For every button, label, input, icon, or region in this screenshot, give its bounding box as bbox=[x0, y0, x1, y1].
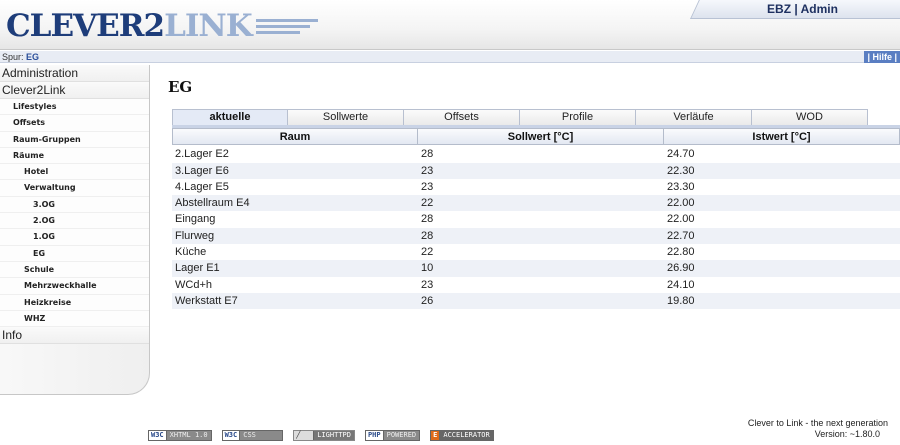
cell-istwert: 22.80 bbox=[667, 246, 695, 259]
cell-raum: Küche bbox=[175, 246, 207, 259]
table-row[interactable]: WCd+h 23 24.10 bbox=[172, 276, 900, 293]
help-link[interactable]: | Hilfe | bbox=[864, 51, 900, 63]
tab-wod[interactable]: WOD bbox=[752, 109, 868, 125]
cell-sollwert: 26 bbox=[421, 294, 434, 307]
sidebar-item-raeume[interactable]: Räume bbox=[0, 147, 149, 165]
cell-raum: 3.Lager E6 bbox=[175, 164, 229, 177]
breadcrumb-prefix: Spur: bbox=[2, 52, 24, 62]
cell-raum: Lager E1 bbox=[175, 262, 220, 275]
sidebar-item-raum-gruppen[interactable]: Raum-Gruppen bbox=[0, 131, 149, 148]
sidebar-item-mehrzweckhalle[interactable]: Mehrzweckhalle bbox=[0, 278, 149, 295]
cell-istwert: 24.70 bbox=[667, 148, 695, 161]
cell-sollwert: 22 bbox=[421, 246, 434, 259]
feather-icon: ╱ bbox=[294, 431, 315, 440]
cell-raum: Eingang bbox=[175, 213, 216, 226]
tab-sollwerte[interactable]: Sollwerte bbox=[288, 109, 404, 125]
php-powered-badge-icon[interactable]: PHP POWERED bbox=[364, 430, 421, 441]
app-header: CLEVER2 LINK EBZ | Admin bbox=[0, 0, 900, 50]
eaccelerator-badge-icon[interactable]: E ACCELERATOR bbox=[430, 430, 494, 441]
sidebar-item-info[interactable]: Info bbox=[0, 327, 149, 345]
table-row[interactable]: Küche 22 22.80 bbox=[172, 244, 900, 261]
table-header: Raum Sollwert [°C] Istwert [°C] bbox=[172, 128, 900, 145]
cell-raum: Flurweg bbox=[175, 229, 215, 242]
logo-text-secondary: LINK bbox=[164, 8, 253, 44]
tab-aktuelle[interactable]: aktuelle bbox=[172, 109, 288, 125]
lighttpd-badge-icon[interactable]: ╱ LIGHTTPD bbox=[293, 430, 355, 441]
cell-sollwert: 23 bbox=[421, 164, 434, 177]
cell-sollwert: 23 bbox=[421, 180, 434, 193]
cell-istwert: 22.70 bbox=[667, 229, 695, 242]
footer-info: Clever to Link - the next generation Ver… bbox=[748, 418, 888, 440]
table-row[interactable]: 2.Lager E2 28 24.70 bbox=[172, 146, 900, 163]
cell-raum: Abstellraum E4 bbox=[175, 197, 250, 210]
sidebar: Administration Clever2Link Lifestyles Of… bbox=[0, 65, 150, 395]
table-row[interactable]: 4.Lager E5 23 23.30 bbox=[172, 178, 900, 196]
table-row[interactable]: Werkstatt E7 26 19.80 bbox=[172, 292, 900, 310]
sidebar-item-verwaltung[interactable]: Verwaltung bbox=[0, 180, 149, 197]
logo-text-primary: CLEVER2 bbox=[6, 8, 165, 44]
sidebar-item-clever2link[interactable]: Clever2Link bbox=[0, 82, 149, 99]
column-header-raum[interactable]: Raum bbox=[172, 128, 418, 145]
table-row[interactable]: Abstellraum E4 22 22.00 bbox=[172, 195, 900, 212]
tab-verlaeufe[interactable]: Verläufe bbox=[636, 109, 752, 125]
cell-raum: WCd+h bbox=[175, 278, 212, 291]
cell-istwert: 24.10 bbox=[667, 278, 695, 291]
sidebar-item-whz[interactable]: WHZ bbox=[0, 310, 149, 328]
cell-raum: 4.Lager E5 bbox=[175, 180, 229, 193]
cell-sollwert: 28 bbox=[421, 148, 434, 161]
sidebar-item-schule[interactable]: Schule bbox=[0, 261, 149, 279]
sidebar-item-3og[interactable]: 3.OG bbox=[0, 196, 149, 214]
cell-raum: 2.Lager E2 bbox=[175, 148, 229, 161]
cell-istwert: 23.30 bbox=[667, 180, 695, 193]
sidebar-item-hotel[interactable]: Hotel bbox=[0, 164, 149, 181]
breadcrumb: Spur: EG | Hilfe | bbox=[0, 51, 900, 63]
cell-sollwert: 28 bbox=[421, 213, 434, 226]
tab-profile[interactable]: Profile bbox=[520, 109, 636, 125]
cell-sollwert: 23 bbox=[421, 278, 434, 291]
table-body: 2.Lager E2 28 24.70 3.Lager E6 23 22.30 4.Lage… bbox=[172, 146, 900, 310]
footer-badges: W3C XHTML 1.0 W3C CSS ╱ LIGHTTPD PHP POW… bbox=[148, 430, 494, 441]
sidebar-item-eg[interactable]: EG bbox=[0, 245, 149, 262]
column-header-sollwert[interactable]: Sollwert [°C] bbox=[418, 128, 664, 145]
sidebar-item-heizkreise[interactable]: Heizkreise bbox=[0, 294, 149, 311]
table-row[interactable]: Eingang 28 22.00 bbox=[172, 211, 900, 228]
w3c-css-badge-icon[interactable]: W3C CSS bbox=[221, 430, 284, 441]
column-header-istwert[interactable]: Istwert [°C] bbox=[664, 128, 900, 145]
cell-raum: Werkstatt E7 bbox=[175, 294, 238, 307]
sidebar-item-administration[interactable]: Administration bbox=[0, 65, 149, 82]
cell-istwert: 22.30 bbox=[667, 164, 695, 177]
cell-istwert: 26.90 bbox=[667, 262, 695, 275]
footer-version: Version: ~1.80.0 bbox=[814, 429, 880, 439]
cell-istwert: 19.80 bbox=[667, 294, 695, 307]
cell-istwert: 22.00 bbox=[667, 197, 695, 210]
sidebar-item-2og[interactable]: 2.OG bbox=[0, 213, 149, 230]
values-table: Raum Sollwert [°C] Istwert [°C] 2.Lager … bbox=[172, 125, 900, 310]
cell-sollwert: 10 bbox=[421, 262, 434, 275]
tab-bar: aktuelle Sollwerte Offsets Profile Verlä… bbox=[172, 109, 868, 125]
breadcrumb-current[interactable]: EG bbox=[26, 52, 39, 62]
table-row[interactable]: 3.Lager E6 23 22.30 bbox=[172, 162, 900, 179]
user-menu[interactable]: EBZ | Admin bbox=[705, 1, 900, 18]
w3c-xhtml-badge-icon[interactable]: W3C XHTML 1.0 bbox=[148, 430, 212, 441]
tab-offsets[interactable]: Offsets bbox=[404, 109, 520, 125]
table-row[interactable]: Lager E1 10 26.90 bbox=[172, 260, 900, 277]
sidebar-item-offsets[interactable]: Offsets bbox=[0, 115, 149, 132]
app-logo[interactable]: CLEVER2 LINK bbox=[6, 6, 318, 46]
logo-lines-icon bbox=[255, 18, 318, 34]
sidebar-item-lifestyles[interactable]: Lifestyles bbox=[0, 99, 149, 116]
footer-tagline: Clever to Link - the next generation bbox=[747, 418, 888, 428]
page-title: EG bbox=[168, 78, 193, 96]
cell-sollwert: 22 bbox=[421, 197, 434, 210]
sidebar-item-1og[interactable]: 1.OG bbox=[0, 229, 149, 246]
cell-istwert: 22.00 bbox=[667, 213, 695, 226]
table-row[interactable]: Flurweg 28 22.70 bbox=[172, 227, 900, 245]
cell-sollwert: 28 bbox=[421, 229, 434, 242]
